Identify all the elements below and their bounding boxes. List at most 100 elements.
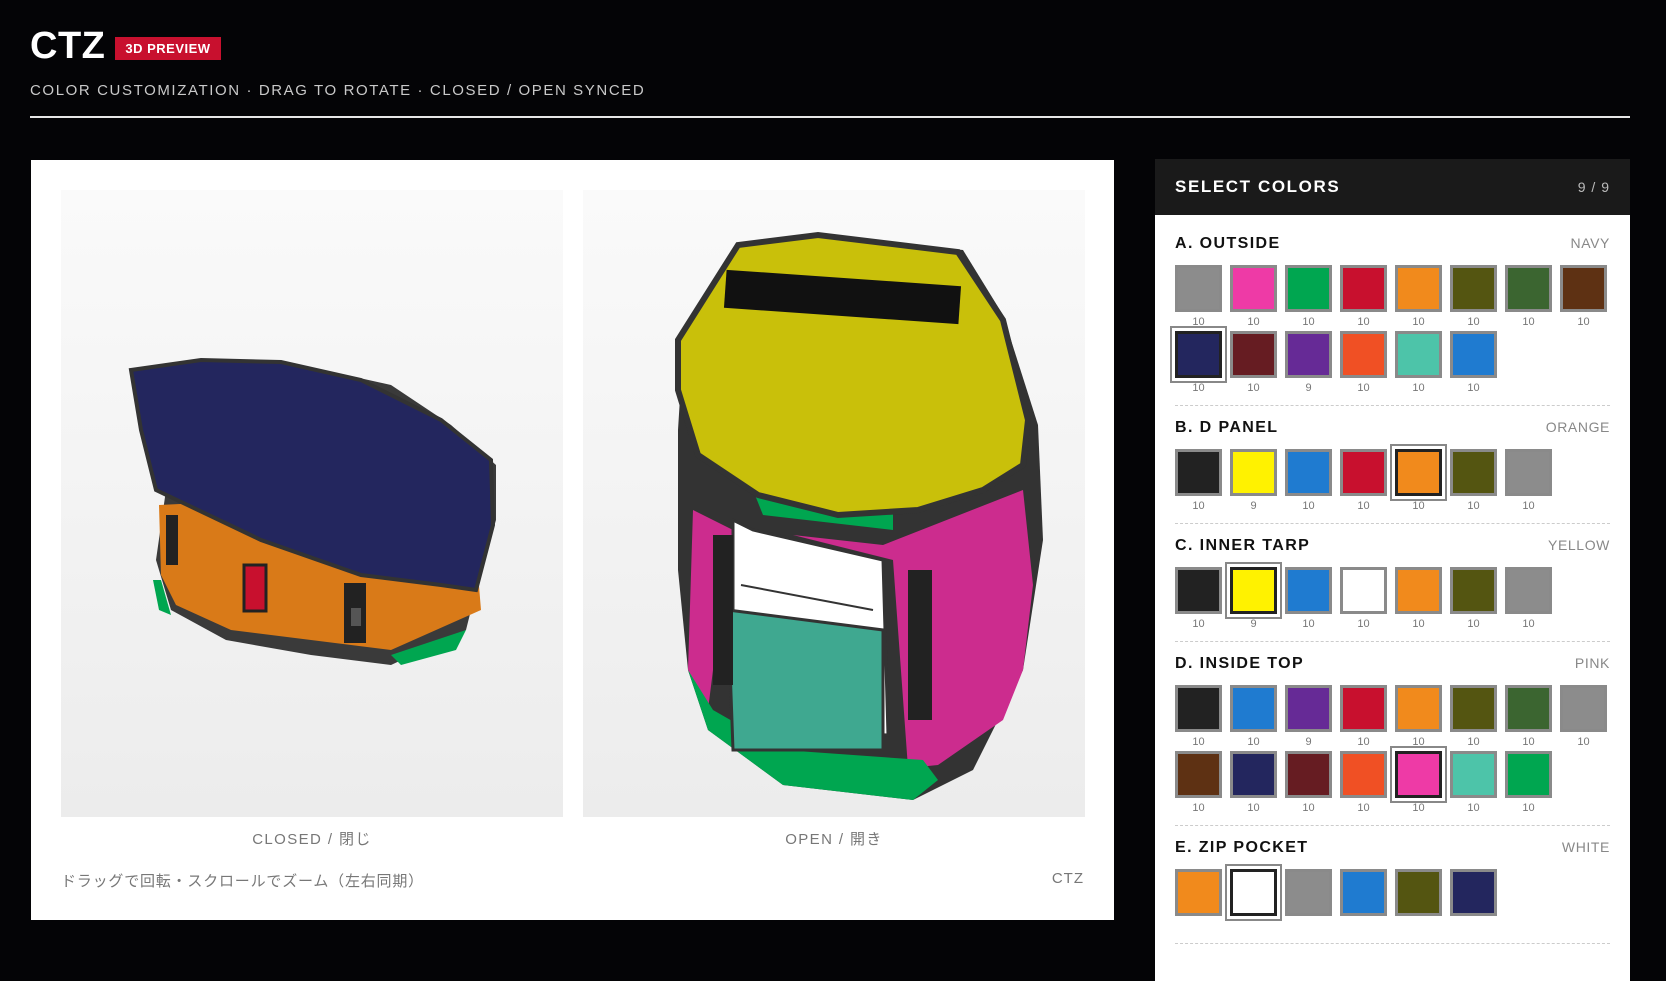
color-swatch[interactable]: 10 xyxy=(1390,444,1447,513)
color-swatch[interactable]: 10 xyxy=(1170,326,1227,395)
color-swatch[interactable]: 10 xyxy=(1175,685,1222,749)
color-swatch[interactable]: 9 xyxy=(1285,331,1332,395)
swatch-frame xyxy=(1225,562,1282,619)
color-swatch[interactable]: 10 xyxy=(1230,331,1277,395)
color-swatch[interactable]: 10 xyxy=(1560,265,1607,329)
color-swatch[interactable]: 10 xyxy=(1175,751,1222,815)
color-swatch[interactable]: 10 xyxy=(1285,567,1332,631)
color-swatch[interactable]: 10 xyxy=(1175,449,1222,513)
color-swatch[interactable]: 10 xyxy=(1505,567,1552,631)
color-swatch[interactable]: 10 xyxy=(1175,567,1222,631)
swatch-frame xyxy=(1285,751,1332,798)
color-swatch[interactable] xyxy=(1285,869,1332,933)
color-swatch[interactable]: 10 xyxy=(1450,331,1497,395)
swatch-frame xyxy=(1285,567,1332,614)
color-swatch[interactable]: 10 xyxy=(1450,685,1497,749)
swatch-chip xyxy=(1285,685,1332,732)
swatch-stock: 10 xyxy=(1412,618,1425,630)
color-swatch[interactable]: 10 xyxy=(1230,265,1277,329)
color-swatch[interactable]: 9 xyxy=(1225,562,1282,631)
color-swatch[interactable] xyxy=(1450,869,1497,933)
color-swatch[interactable]: 10 xyxy=(1505,751,1552,815)
color-swatch[interactable]: 9 xyxy=(1285,685,1332,749)
swatch-grid: 10 10 10 10 10 10 10 10 10 10 9 10 10 10 xyxy=(1170,265,1610,395)
swatch-grid xyxy=(1175,864,1610,933)
color-swatch[interactable]: 10 xyxy=(1285,751,1332,815)
color-swatch[interactable]: 10 xyxy=(1340,567,1387,631)
swatch-stock: 10 xyxy=(1302,802,1315,814)
section-title: B. D PANEL xyxy=(1175,419,1279,436)
swatch-chip xyxy=(1340,685,1387,732)
color-swatch[interactable]: 9 xyxy=(1230,449,1277,513)
color-swatch[interactable]: 10 xyxy=(1505,449,1552,513)
color-swatch[interactable]: 10 xyxy=(1175,265,1222,329)
swatch-grid: 10 9 10 10 10 10 10 xyxy=(1175,562,1610,631)
color-swatch[interactable]: 10 xyxy=(1390,746,1447,815)
section-title: A. OUTSIDE xyxy=(1175,235,1281,252)
color-swatch[interactable] xyxy=(1175,869,1222,933)
swatch-stock: 10 xyxy=(1467,382,1480,394)
color-swatch[interactable] xyxy=(1395,869,1442,933)
color-swatch[interactable]: 10 xyxy=(1505,685,1552,749)
color-swatch[interactable]: 10 xyxy=(1285,449,1332,513)
swatch-chip xyxy=(1450,567,1497,614)
color-swatch[interactable]: 10 xyxy=(1560,685,1607,749)
swatch-stock: 10 xyxy=(1192,736,1205,748)
swatch-chip xyxy=(1505,567,1552,614)
swatch-frame xyxy=(1285,449,1332,496)
open-view-label: OPEN / 開き xyxy=(785,831,883,848)
color-swatch[interactable]: 10 xyxy=(1230,685,1277,749)
swatch-chip xyxy=(1450,751,1497,798)
color-swatch[interactable] xyxy=(1340,869,1387,933)
swatch-frame xyxy=(1285,331,1332,378)
swatch-chip xyxy=(1285,331,1332,378)
color-swatch[interactable]: 10 xyxy=(1395,685,1442,749)
swatch-stock: 10 xyxy=(1577,736,1590,748)
color-swatch[interactable]: 10 xyxy=(1505,265,1552,329)
swatch-chip xyxy=(1395,567,1442,614)
color-section: A. OUTSIDE NAVY 10 10 10 10 10 10 10 10 10 10 9 10 10 1… xyxy=(1170,235,1610,406)
swatch-chip xyxy=(1450,449,1497,496)
swatch-stock: 9 xyxy=(1305,382,1312,394)
page-header: CTZ 3D PREVIEW COLOR CUSTOMIZATION · DRA… xyxy=(30,24,1630,99)
color-sections: A. OUTSIDE NAVY 10 10 10 10 10 10 10 10 10 10 9 10 10 1… xyxy=(1155,215,1630,944)
color-swatch[interactable]: 10 xyxy=(1395,265,1442,329)
swatch-stock xyxy=(1450,919,1497,933)
color-swatch[interactable] xyxy=(1225,864,1282,933)
closed-view-canvas[interactable] xyxy=(61,190,563,817)
color-swatch[interactable]: 10 xyxy=(1450,265,1497,329)
swatch-frame xyxy=(1395,869,1442,916)
swatch-stock: 10 xyxy=(1357,316,1370,328)
swatch-grid: 10 10 9 10 10 10 10 10 10 10 10 10 10 10 10 xyxy=(1175,685,1610,815)
swatch-chip xyxy=(1175,331,1222,378)
swatch-chip xyxy=(1505,265,1552,312)
color-swatch[interactable]: 10 xyxy=(1340,449,1387,513)
color-swatch[interactable]: 10 xyxy=(1285,265,1332,329)
swatch-stock: 10 xyxy=(1192,382,1205,394)
color-swatch[interactable]: 10 xyxy=(1340,685,1387,749)
color-swatch[interactable]: 10 xyxy=(1230,751,1277,815)
color-swatch[interactable]: 10 xyxy=(1340,751,1387,815)
swatch-frame xyxy=(1230,751,1277,798)
swatch-chip xyxy=(1450,331,1497,378)
swatch-frame xyxy=(1505,265,1552,312)
swatch-frame xyxy=(1450,567,1497,614)
color-swatch[interactable]: 10 xyxy=(1450,449,1497,513)
section-header: C. INNER TARP YELLOW xyxy=(1175,537,1610,555)
color-swatch[interactable]: 10 xyxy=(1340,265,1387,329)
swatch-stock: 9 xyxy=(1250,500,1257,512)
swatch-stock: 10 xyxy=(1412,802,1425,814)
color-swatch[interactable]: 10 xyxy=(1395,331,1442,395)
swatch-frame xyxy=(1230,331,1277,378)
open-view-canvas[interactable] xyxy=(583,190,1085,817)
swatch-frame xyxy=(1175,751,1222,798)
color-swatch[interactable]: 10 xyxy=(1450,567,1497,631)
color-swatch[interactable]: 10 xyxy=(1450,751,1497,815)
interaction-hint: ドラッグで回転・スクロールでズーム（左右同期） xyxy=(61,873,424,890)
page-subtitle: COLOR CUSTOMIZATION · DRAG TO ROTATE · C… xyxy=(30,82,646,99)
swatch-stock: 10 xyxy=(1467,802,1480,814)
swatch-chip xyxy=(1285,265,1332,312)
swatch-chip xyxy=(1450,869,1497,916)
color-swatch[interactable]: 10 xyxy=(1395,567,1442,631)
color-swatch[interactable]: 10 xyxy=(1340,331,1387,395)
